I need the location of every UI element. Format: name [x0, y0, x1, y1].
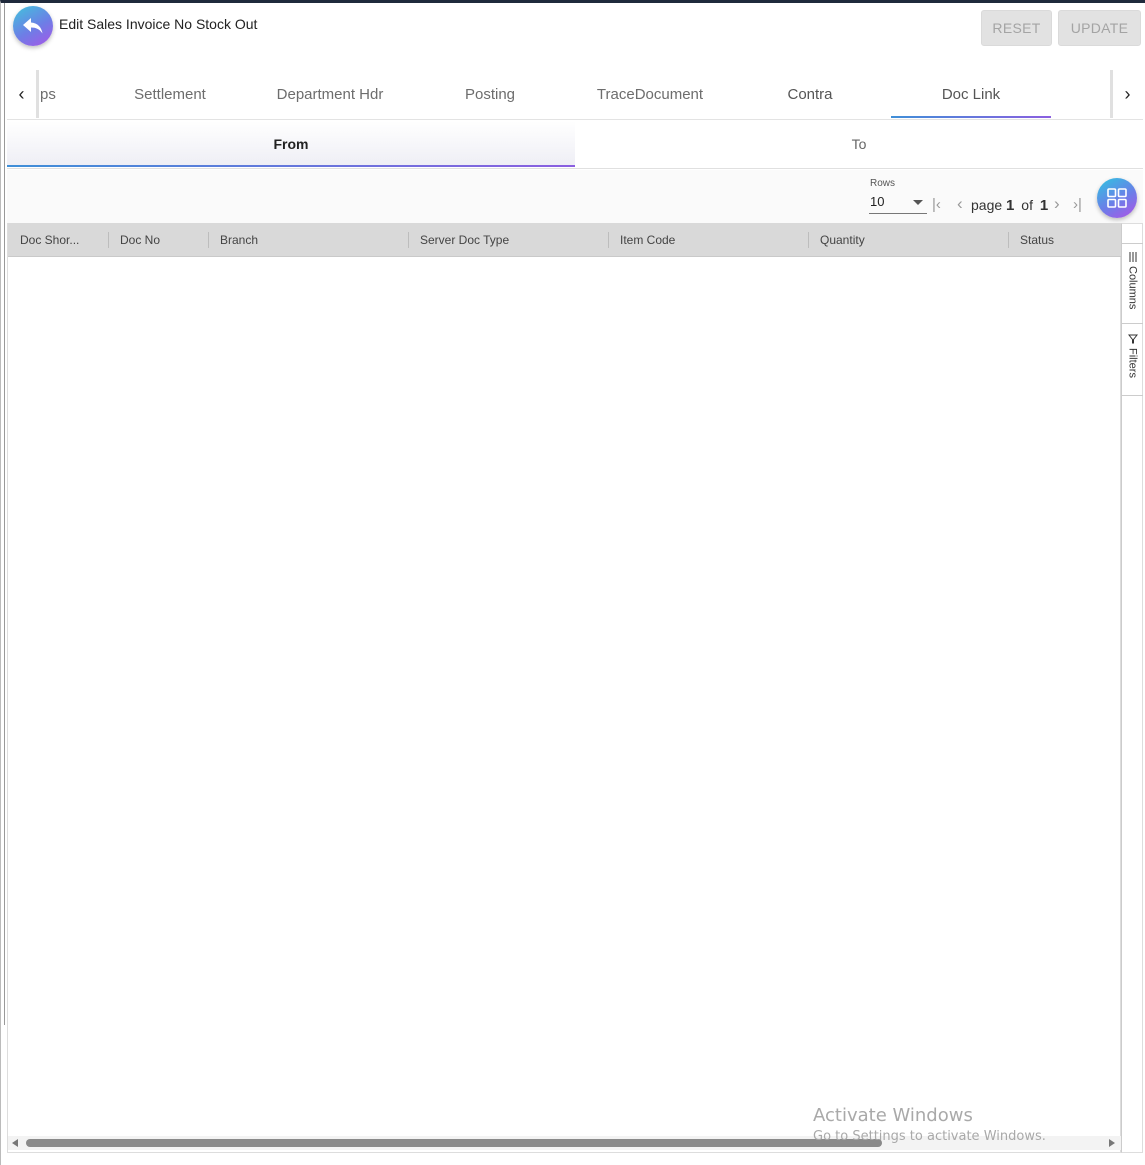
current-page: 1 — [1006, 197, 1015, 214]
tab-doc-link[interactable]: Doc Link — [891, 70, 1051, 118]
next-page-icon[interactable]: › — [1054, 194, 1060, 214]
grid-side-bar: Columns Filters — [1121, 223, 1143, 1153]
activation-watermark: Activate Windows Go to Settings to activ… — [813, 1105, 1046, 1144]
data-grid: Doc Shor... Doc No Branch Server Doc Typ… — [7, 223, 1121, 1153]
page-title: Edit Sales Invoice No Stock Out — [59, 16, 258, 32]
prev-page-icon[interactable]: ‹ — [957, 194, 963, 214]
back-button[interactable] — [13, 6, 53, 46]
tab-contra[interactable]: Contra — [730, 70, 890, 118]
reset-button[interactable]: RESET — [981, 10, 1052, 46]
reply-arrow-icon — [23, 18, 43, 34]
tab-posting[interactable]: Posting — [410, 70, 570, 118]
first-page-icon[interactable]: |‹ — [932, 196, 941, 213]
columns-panel-button[interactable]: Columns — [1122, 243, 1143, 324]
last-page-icon[interactable]: ›| — [1073, 196, 1082, 213]
subtab-bar: From To — [7, 121, 1143, 169]
column-header-doc-no[interactable]: Doc No — [108, 223, 208, 257]
column-header-item-code[interactable]: Item Code — [608, 223, 808, 257]
grid-header-row: Doc Shor... Doc No Branch Server Doc Typ… — [8, 223, 1121, 257]
of-word: of — [1021, 197, 1033, 213]
column-header-quantity[interactable]: Quantity — [808, 223, 1008, 257]
tab-trace-document[interactable]: TraceDocument — [570, 70, 730, 118]
filter-icon — [1127, 334, 1138, 344]
left-divider — [4, 3, 5, 1025]
rows-per-page-select[interactable]: 10 — [869, 192, 927, 214]
filters-label: Filters — [1126, 348, 1139, 378]
column-header-status[interactable]: Status — [1008, 223, 1121, 257]
tab-bar: ‹ ps Settlement Department Hdr Posting T… — [7, 70, 1143, 120]
grid-view-button[interactable] — [1097, 178, 1137, 218]
tab-partial[interactable]: ps — [40, 70, 70, 118]
watermark-line-1: Activate Windows — [813, 1105, 973, 1126]
scrollbar-thumb[interactable] — [26, 1139, 882, 1147]
tab-scroll-right-button[interactable]: › — [1110, 70, 1142, 118]
subtab-from[interactable]: From — [7, 121, 575, 167]
grid-layout-icon — [1107, 188, 1127, 208]
scroll-right-arrow-icon[interactable] — [1109, 1139, 1115, 1147]
active-subtab-indicator — [7, 165, 575, 167]
column-header-doc-short[interactable]: Doc Shor... — [8, 223, 108, 257]
scroll-left-arrow-icon[interactable] — [12, 1139, 18, 1147]
update-button[interactable]: UPDATE — [1058, 10, 1141, 46]
column-header-branch[interactable]: Branch — [208, 223, 408, 257]
filters-panel-button[interactable]: Filters — [1122, 324, 1143, 396]
columns-label: Columns — [1126, 266, 1139, 310]
chevron-left-icon: ‹ — [18, 83, 25, 104]
dropdown-caret-icon — [913, 200, 923, 205]
page-indicator: page 1 of 1 — [971, 197, 1048, 214]
page-word: page — [971, 197, 1003, 213]
chevron-right-icon: › — [1124, 83, 1131, 104]
columns-icon — [1129, 252, 1136, 262]
rows-label: Rows — [870, 178, 896, 189]
rows-value: 10 — [870, 194, 885, 209]
subtab-to[interactable]: To — [575, 121, 1143, 167]
total-pages: 1 — [1039, 197, 1049, 214]
watermark-line-2: Go to Settings to activate Windows. — [813, 1129, 1046, 1144]
tab-settlement[interactable]: Settlement — [90, 70, 250, 118]
tab-department-hdr[interactable]: Department Hdr — [250, 70, 410, 118]
column-header-server-doc-type[interactable]: Server Doc Type — [408, 223, 608, 257]
active-tab-indicator — [891, 116, 1051, 118]
tab-scroll-left-button[interactable]: ‹ — [7, 70, 39, 118]
grid-toolbar: Rows 10 |‹ ‹ page 1 of 1 › ›| — [7, 170, 1143, 223]
